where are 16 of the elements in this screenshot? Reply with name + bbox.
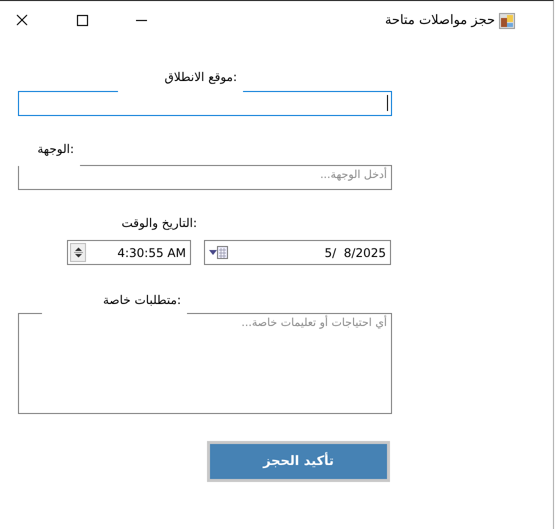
confirm-button[interactable]: تأكيد الحجز: [207, 441, 390, 482]
text-cursor: [387, 95, 388, 111]
up-down-arrows-icon: [74, 246, 82, 259]
app-icon: [499, 12, 515, 28]
calendar-icon: [217, 246, 228, 259]
caret-icon: [209, 250, 217, 255]
window-title: حجز مواصلات متاحة: [384, 12, 495, 30]
time-picker[interactable]: 4:30:55 AM: [67, 240, 191, 265]
maximize-icon: [76, 14, 88, 27]
close-icon: [16, 14, 28, 27]
field-label: التاريخ والوقت:: [120, 215, 197, 232]
input-field[interactable]: أدخل الوجهة...: [18, 165, 392, 190]
input-field[interactable]: [18, 91, 392, 116]
textarea-field[interactable]: أي احتياجات أو تعليمات خاصة...: [18, 313, 392, 414]
spin-button[interactable]: [70, 243, 86, 262]
date-picker[interactable]: 5/ 8/2025: [204, 240, 391, 265]
